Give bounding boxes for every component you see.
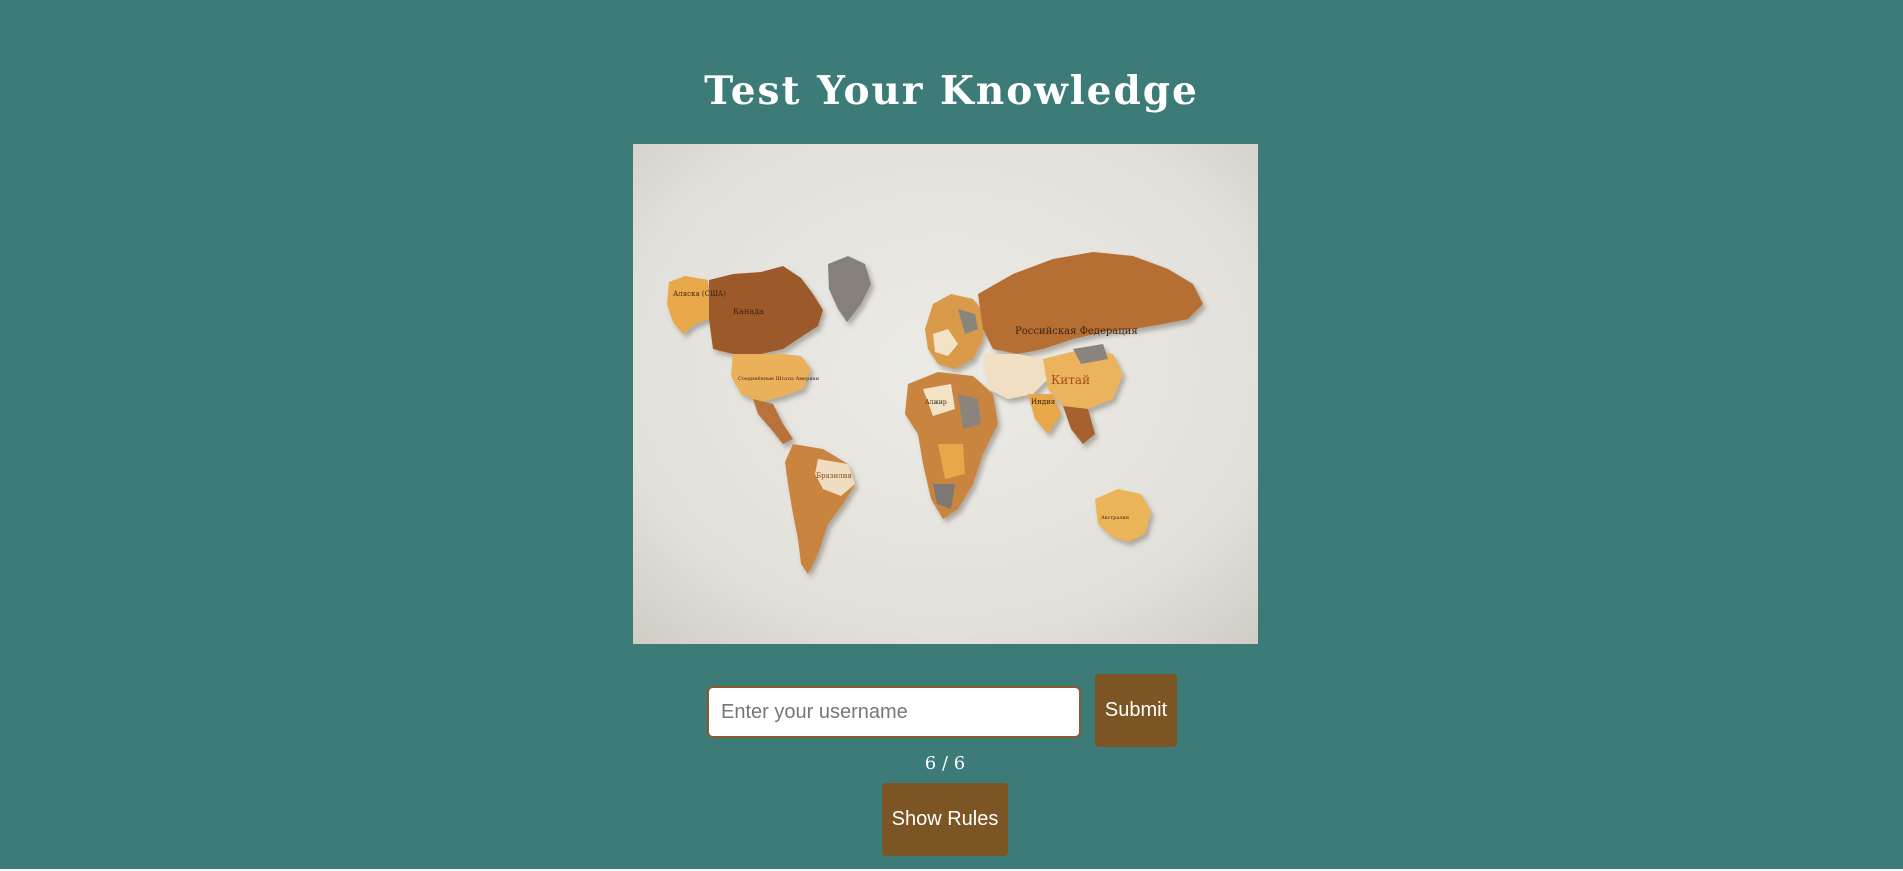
label-alaska: Аляска (США) (673, 290, 726, 298)
username-form: Submit (0, 674, 1903, 748)
world-map-photo: Аляска (США) Канада Соединённые Штаты Ам… (633, 144, 1258, 644)
label-canada: Канада (733, 307, 764, 316)
question-counter: 6 / 6 (924, 753, 966, 774)
label-brazil: Бразилия (816, 472, 852, 480)
label-russia: Российская Федерация (1015, 326, 1138, 337)
label-india: Индия (1031, 398, 1056, 406)
label-china: Китай (1051, 373, 1090, 387)
username-input[interactable] (707, 686, 1081, 738)
submit-button[interactable]: Submit (1095, 674, 1177, 747)
label-algeria: Алжир (925, 399, 947, 406)
page-title: Test Your Knowledge (704, 68, 1199, 114)
label-australia: Австралия (1101, 515, 1129, 521)
world-map-image: Аляска (США) Канада Соединённые Штаты Ам… (633, 144, 1258, 644)
label-usa: Соединённые Штаты Америки (738, 375, 820, 382)
quiz-page: Test Your Knowledge Аляска (США) Канада … (0, 0, 1903, 869)
show-rules-button[interactable]: Show Rules (882, 783, 1008, 856)
